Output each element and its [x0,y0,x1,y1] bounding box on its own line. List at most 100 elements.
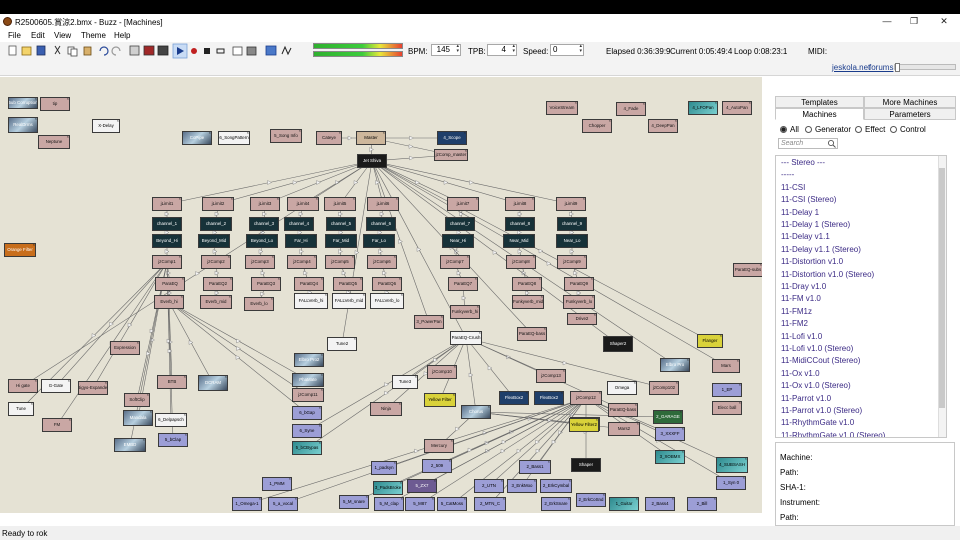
machine-close-icon[interactable]: × [354,235,356,238]
machine-node[interactable]: Far_Lo × [363,234,395,248]
machine-close-icon[interactable]: × [179,256,181,259]
machine-close-icon[interactable]: × [749,102,751,105]
machine-node[interactable]: channel_3 × [249,217,279,231]
filter-effect[interactable]: Effect [855,125,885,134]
machine-close-icon[interactable]: × [675,120,677,123]
machine-close-icon[interactable]: × [247,132,249,135]
machine-view-icon[interactable] [129,45,140,56]
machine-node[interactable]: Elecc ball × [712,401,742,415]
machine-node[interactable]: 3_XOBMX × [655,450,685,464]
machine-close-icon[interactable]: × [739,384,741,387]
machine-close-icon[interactable]: × [275,235,277,238]
machine-node[interactable]: Mars × [712,359,740,373]
machine-close-icon[interactable]: × [643,103,645,106]
machine-list-item[interactable]: 11-Lofi v1.0 (Stereo) [781,344,853,353]
machine-close-icon[interactable]: × [314,235,316,238]
machine-node[interactable]: Mandala × [123,410,153,426]
machine-close-icon[interactable]: × [272,256,274,259]
machine-node[interactable]: 2_509 × [422,459,452,473]
machine-close-icon[interactable]: × [117,120,119,123]
machine-node[interactable]: 5_M_snare × [339,495,369,509]
machine-list-scroll-thumb[interactable] [939,168,945,408]
machine-node[interactable]: 6_Syne × [292,424,322,438]
machine-node[interactable]: Cateye × [316,131,342,145]
machine-node[interactable]: jzComp8 × [506,255,536,269]
machine-close-icon[interactable]: × [69,419,71,422]
new-file-icon[interactable] [8,45,17,56]
machine-list-item[interactable]: 11-CSI (Stereo) [781,195,836,204]
search-icon[interactable] [827,139,836,148]
connection-arrow[interactable] [236,338,241,344]
machine-close-icon[interactable]: × [634,382,636,385]
machine-close-icon[interactable]: × [259,498,261,501]
machine-node[interactable]: Shaper × [571,458,601,472]
machine-close-icon[interactable]: × [67,136,69,139]
machine-close-icon[interactable]: × [394,462,396,465]
machine-close-icon[interactable]: × [464,132,466,135]
machine-node[interactable]: jzComp3 × [245,255,275,269]
machine-close-icon[interactable]: × [532,235,534,238]
machine-close-icon[interactable]: × [585,235,587,238]
machine-node[interactable]: Shaper2 × [603,336,633,352]
connection-arrow[interactable] [341,270,347,276]
connection-arrow[interactable] [414,448,419,454]
machine-node[interactable]: 1_padsyn × [371,461,397,475]
machine-node[interactable]: 5ub Corruption × [8,97,38,109]
play-icon[interactable] [172,43,188,59]
machine-node[interactable]: CoPipe × [182,131,212,145]
machine-close-icon[interactable]: × [548,461,550,464]
machine-node[interactable]: jzComp10 × [427,365,457,379]
machine-close-icon[interactable]: × [465,150,467,153]
machine-node[interactable]: Hi gate × [8,379,38,393]
machine-list-item[interactable]: 11-CSI [781,183,805,192]
tab-parameters[interactable]: Parameters [864,108,956,120]
machine-node[interactable]: Tune3 × [392,375,418,389]
machine-node[interactable]: Beyond_Mid × [198,234,230,248]
machine-close-icon[interactable]: × [401,498,403,501]
machine-close-icon[interactable]: × [503,498,505,501]
machine-close-icon[interactable]: × [184,376,186,379]
machine-close-icon[interactable]: × [584,218,586,221]
machine-node[interactable]: Bigyo-Expander × [78,381,108,395]
machine-close-icon[interactable]: × [594,314,596,317]
machine-close-icon[interactable]: × [441,316,443,319]
machine-node[interactable]: Elbro Pro2 × [294,353,324,367]
machine-node[interactable]: Expression × [110,341,140,355]
connection-arrow[interactable] [409,135,414,141]
machine-close-icon[interactable]: × [714,498,716,501]
machine-close-icon[interactable]: × [35,98,37,101]
machine-node[interactable]: Master × [356,131,386,145]
filter-control[interactable]: Control [890,125,926,134]
machine-node[interactable]: Funkyverb_mid × [512,295,544,309]
machine-node[interactable]: 2_Bass4 × [645,497,675,511]
machine-node[interactable]: 3_PadsBroke × [373,481,403,495]
machine-node[interactable]: Ninja × [370,402,402,416]
machine-node[interactable]: 5_bClap × [158,433,188,447]
machine-list-item[interactable]: 11-RhythmGate v1.0 (Stereo) [781,431,885,437]
machine-close-icon[interactable]: × [360,278,362,281]
undo-icon[interactable] [99,46,109,56]
machine-node[interactable]: 2_Bass1 × [519,460,551,474]
machine-close-icon[interactable]: × [534,480,536,483]
machine-close-icon[interactable]: × [532,218,534,221]
machine-close-icon[interactable]: × [467,256,469,259]
machine-node[interactable]: ParaEQ-bass × [608,403,638,417]
machine-node[interactable]: Funkyverb_lo × [563,295,595,309]
speed-dropdown[interactable]: 0 [550,44,584,56]
machine-close-icon[interactable]: × [432,498,434,501]
wave-table-icon[interactable] [281,45,292,56]
machine-node[interactable]: 4_AutoPan × [722,101,752,115]
machine-close-icon[interactable]: × [672,498,674,501]
machine-close-icon[interactable]: × [278,278,280,281]
machine-close-icon[interactable]: × [475,278,477,281]
machine-list-item[interactable]: 11-FM v1.0 [781,294,821,303]
machine-node[interactable]: jzComp13 × [536,369,566,383]
connection-arrow[interactable] [546,261,552,266]
machine-close-icon[interactable]: × [147,394,149,397]
machine-node[interactable]: jLimit6 × [367,197,399,211]
machine-node[interactable]: 2_Bill × [687,497,717,511]
connection-arrow[interactable] [260,291,265,297]
machine-list-scrollbar[interactable] [938,156,946,437]
machine-node[interactable]: ParaEQ × [155,277,185,291]
machine-node[interactable]: 1_PMM × [262,477,292,491]
